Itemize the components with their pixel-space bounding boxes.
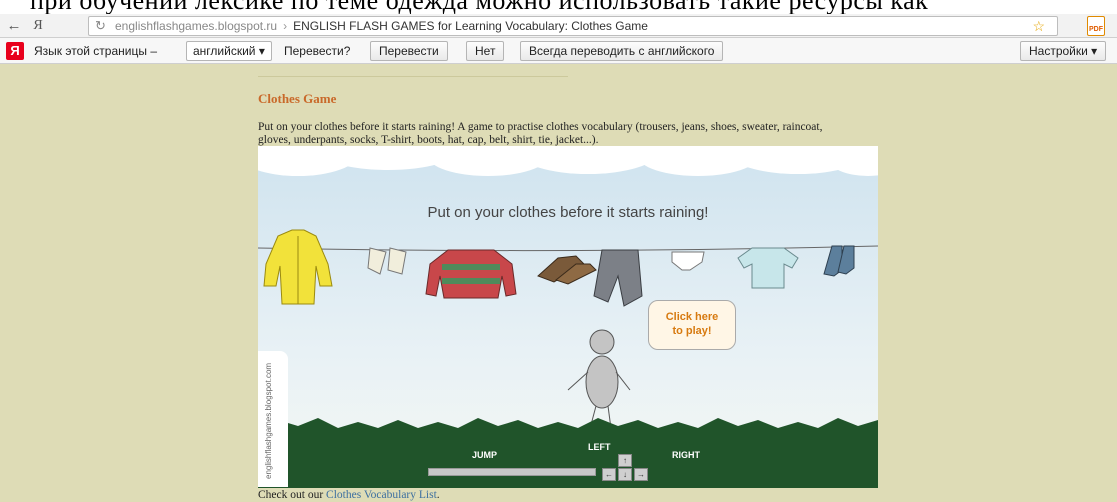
footer-suffix: . [436,489,440,501]
shoes-icon[interactable] [537,255,597,285]
gloves-icon[interactable] [367,247,407,275]
divider [258,76,568,77]
game-scene [258,146,878,488]
watermark-panel: englishflashgames.blogspot.com [258,351,288,487]
url-separator: › [283,19,288,33]
down-arrow-key-icon[interactable]: ↓ [618,468,632,481]
footer-line: Check out our Clothes Vocabulary List. [258,489,440,501]
left-arrow-key-icon[interactable]: ← [602,468,616,481]
document-header-text: при обучении лексике по теме одежда можн… [30,0,928,14]
socks-icon[interactable] [823,245,855,277]
clouds [258,146,878,176]
post-title[interactable]: Clothes Game [258,91,336,107]
play-button-line1: Click here [665,311,719,323]
bookmark-star-icon[interactable]: ☆ [1032,17,1045,35]
address-bar[interactable]: ↻ englishflashgames.blogspot.ru › ENGLISH … [88,16,1058,36]
always-translate-button[interactable]: Всегда переводить с английского [520,41,724,61]
play-button[interactable]: Click here to play! [648,300,736,350]
translate-bar: Я Язык этой страницы – английский ▾ Пере… [0,38,1117,64]
play-button-line2: to play! [672,325,712,337]
document-header-strip: при обучении лексике по теме одежда можн… [0,0,1117,14]
pdf-extension-icon[interactable]: PDF [1087,16,1105,36]
footer-prefix: Check out our [258,489,327,501]
yandex-logo-icon: Я [6,42,24,60]
t-shirt-icon[interactable] [737,247,799,289]
page-language-label: Язык этой страницы – [34,44,157,58]
raincoat-icon[interactable] [263,229,333,305]
yandex-home-icon[interactable]: Я [28,16,48,36]
grass [258,418,878,488]
right-label: RIGHT [672,450,700,460]
page-content: Clothes Game Put on your clothes before … [0,64,1117,502]
sweater-icon[interactable] [425,249,517,299]
vocabulary-list-link[interactable]: Clothes Vocabulary List [326,489,437,501]
post-description: Put on your clothes before it starts rai… [258,121,823,146]
underpants-icon[interactable] [671,251,705,271]
up-arrow-key-icon[interactable]: ↑ [618,454,632,467]
trousers-icon[interactable] [593,249,643,307]
translate-button[interactable]: Перевести [370,41,448,61]
back-arrow-icon[interactable]: ← [4,16,24,36]
language-select[interactable]: английский ▾ [186,41,272,61]
jump-label: JUMP [472,450,498,460]
translate-question: Перевести? [284,44,351,58]
watermark-text: englishflashgames.blogspot.com [264,362,273,479]
reload-icon[interactable]: ↻ [95,17,106,35]
flash-game[interactable]: Put on your clothes before it starts rai… [258,146,878,488]
game-heading: Put on your clothes before it starts rai… [427,204,709,221]
settings-button[interactable]: Настройки ▾ [1020,41,1107,61]
browser-toolbar: ← Я ↻ englishflashgames.blogspot.ru › ENGL… [0,14,1117,38]
left-label: LEFT [588,442,611,452]
jump-progress-bar [428,468,596,476]
right-arrow-key-icon[interactable]: → [634,468,648,481]
no-button[interactable]: Нет [466,41,505,61]
url-page-title: ENGLISH FLASH GAMES for Learning Vocabul… [293,19,648,33]
url-host: englishflashgames.blogspot.ru [115,19,278,33]
